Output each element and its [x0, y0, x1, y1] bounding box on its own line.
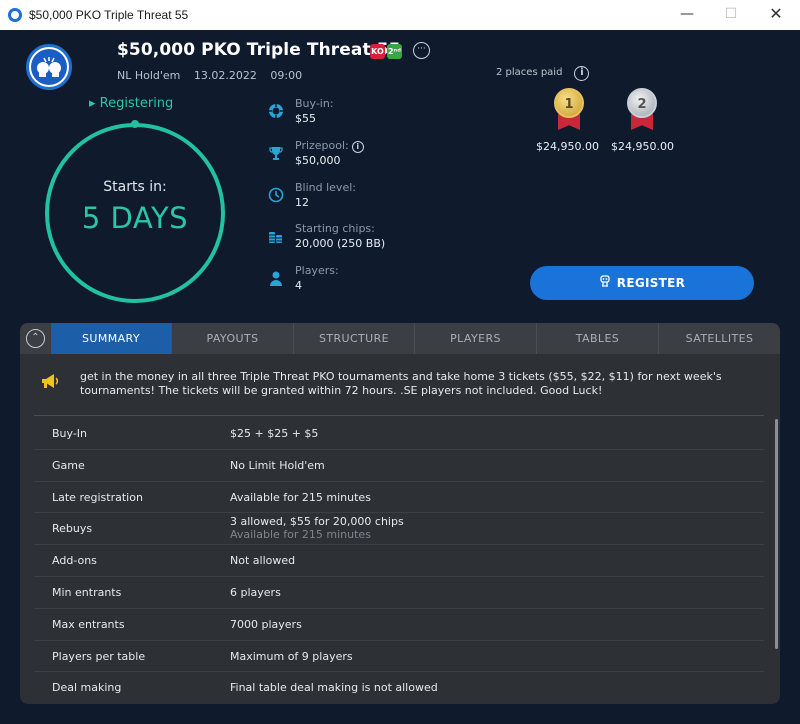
second-chance-badge: 2ⁿᵈ [387, 44, 402, 59]
detail-value: 3 allowed, $55 for 20,000 chips Availabl… [230, 515, 404, 541]
detail-value: Final table deal making is not allowed [230, 681, 438, 695]
poker-chip-icon [268, 103, 284, 119]
detail-key: Add-ons [52, 554, 97, 568]
table-row: Deal making Final table deal making is n… [34, 672, 764, 704]
detail-key: Late registration [52, 490, 143, 504]
stat-label: Buy-in: [295, 97, 334, 110]
starts-in-label: Starts in: [103, 179, 167, 195]
detail-value: $25 + $25 + $5 [230, 427, 319, 440]
detail-value: No Limit Hold'em [230, 458, 325, 472]
tab-bar: ⌃ SUMMARY PAYOUTS STRUCTURE PLAYERS TABL… [20, 323, 780, 354]
more-options-button[interactable]: ··· [413, 42, 430, 59]
places-paid-info-icon[interactable]: i [574, 66, 590, 81]
prizepool-label: Prizepool: [295, 139, 349, 152]
start-time: 09:00 [270, 69, 303, 82]
detail-key: Game [52, 458, 85, 472]
table-row: Game No Limit Hold'em [34, 450, 764, 482]
second-place-prize: $24,950.00 [611, 140, 674, 153]
tab-tables[interactable]: TABLES [537, 323, 659, 354]
play-triangle-icon: ▸ [89, 96, 96, 111]
tournament-title: $50,000 PKO Triple Threat 55 [117, 40, 401, 60]
stat-label: Starting chips: [295, 222, 375, 235]
minimize-button[interactable]: — [664, 3, 710, 27]
places-paid-label: 2 places paid [496, 67, 563, 78]
stat-value: 12 [295, 196, 309, 209]
robot-icon [599, 266, 611, 300]
table-row: Buy-In $25 + $25 + $5 [34, 418, 764, 450]
tab-structure[interactable]: STRUCTURE [294, 323, 415, 354]
registration-status-label: Registering [99, 96, 174, 111]
user-icon [268, 270, 284, 286]
window-titlebar: $50,000 PKO Triple Threat 55 — ☐ ✕ [0, 0, 800, 30]
divider [34, 415, 764, 416]
table-row: Min entrants 6 players [34, 577, 764, 609]
window-title: $50,000 PKO Triple Threat 55 [29, 8, 189, 22]
announcement-text: get in the money in all three Triple Thr… [80, 370, 722, 397]
first-place-number: 1 [554, 88, 584, 118]
detail-key: Players per table [52, 649, 146, 663]
table-row: Players per table Maximum of 9 players [34, 641, 764, 673]
rebuys-value: 3 allowed, $55 for 20,000 chips [230, 515, 404, 529]
detail-key: Deal making [52, 681, 122, 695]
gold-medal-icon: 1 [552, 88, 586, 130]
knockout-badge: KO [370, 44, 385, 59]
first-place-prize: $24,950.00 [536, 140, 599, 153]
stat-value: 4 [295, 279, 302, 292]
table-row: Add-ons Not allowed [34, 545, 764, 577]
rebuys-availability: Available for 215 minutes [230, 528, 371, 542]
detail-value: Available for 215 minutes [230, 490, 371, 504]
maximize-button[interactable]: ☐ [708, 3, 754, 27]
boxing-gloves-icon [31, 49, 67, 85]
megaphone-icon [40, 373, 60, 393]
clock-icon [268, 187, 284, 203]
app-logo-icon [8, 8, 22, 22]
countdown-ring-dot [131, 120, 139, 128]
stat-label: Blind level: [295, 181, 356, 194]
prizepool-info-icon[interactable]: i [351, 141, 364, 153]
close-button[interactable]: ✕ [753, 3, 799, 27]
detail-value: 6 players [230, 585, 281, 599]
table-row: Late registration Available for 215 minu… [34, 482, 764, 514]
register-button-label: REGISTER [616, 276, 686, 290]
registration-status: ▸ Registering [89, 96, 173, 111]
table-row: Rebuys 3 allowed, $55 for 20,000 chips A… [34, 513, 764, 546]
detail-key: Max entrants [52, 617, 125, 631]
announcement: get in the money in all three Triple Thr… [38, 365, 768, 415]
tab-payouts[interactable]: PAYOUTS [172, 323, 294, 354]
scrollbar[interactable] [775, 419, 778, 649]
tournament-logo [26, 44, 72, 90]
chip-stack-icon [268, 228, 284, 244]
stat-value: 20,000 (250 BB) [295, 237, 386, 250]
tab-players[interactable]: PLAYERS [415, 323, 537, 354]
stat-value: $55 [295, 112, 316, 125]
detail-value: Not allowed [230, 554, 296, 568]
detail-key: Min entrants [52, 585, 122, 599]
starts-in-value: 5 DAYS [81, 201, 189, 235]
tab-summary[interactable]: SUMMARY [51, 323, 172, 354]
tab-satellites[interactable]: SATELLITES [659, 323, 780, 354]
trophy-icon [268, 145, 284, 161]
second-place-number: 2 [627, 88, 657, 118]
places-paid: 2 places paid i [496, 66, 590, 81]
tournament-subline: NL Hold'em 13.02.2022 09:00 [117, 69, 312, 82]
start-date: 13.02.2022 [193, 69, 257, 82]
detail-key: Rebuys [52, 522, 93, 536]
stat-label: Players: [295, 264, 339, 277]
register-button[interactable]: REGISTER [530, 266, 754, 300]
silver-medal-icon: 2 [625, 88, 659, 130]
game-type: NL Hold'em [117, 69, 181, 82]
stat-value: $50,000 [295, 154, 341, 167]
detail-value: 7000 players [230, 617, 302, 631]
detail-key: Buy-In [52, 427, 88, 440]
table-row: Max entrants 7000 players [34, 609, 764, 641]
collapse-chevron-icon[interactable]: ⌃ [26, 329, 45, 348]
stat-label: Prizepool: i [295, 139, 364, 153]
detail-value: Maximum of 9 players [230, 649, 353, 663]
details-panel: ⌃ SUMMARY PAYOUTS STRUCTURE PLAYERS TABL… [20, 323, 780, 704]
details-table: Buy-In $25 + $25 + $5 Game No Limit Hold… [34, 418, 764, 704]
